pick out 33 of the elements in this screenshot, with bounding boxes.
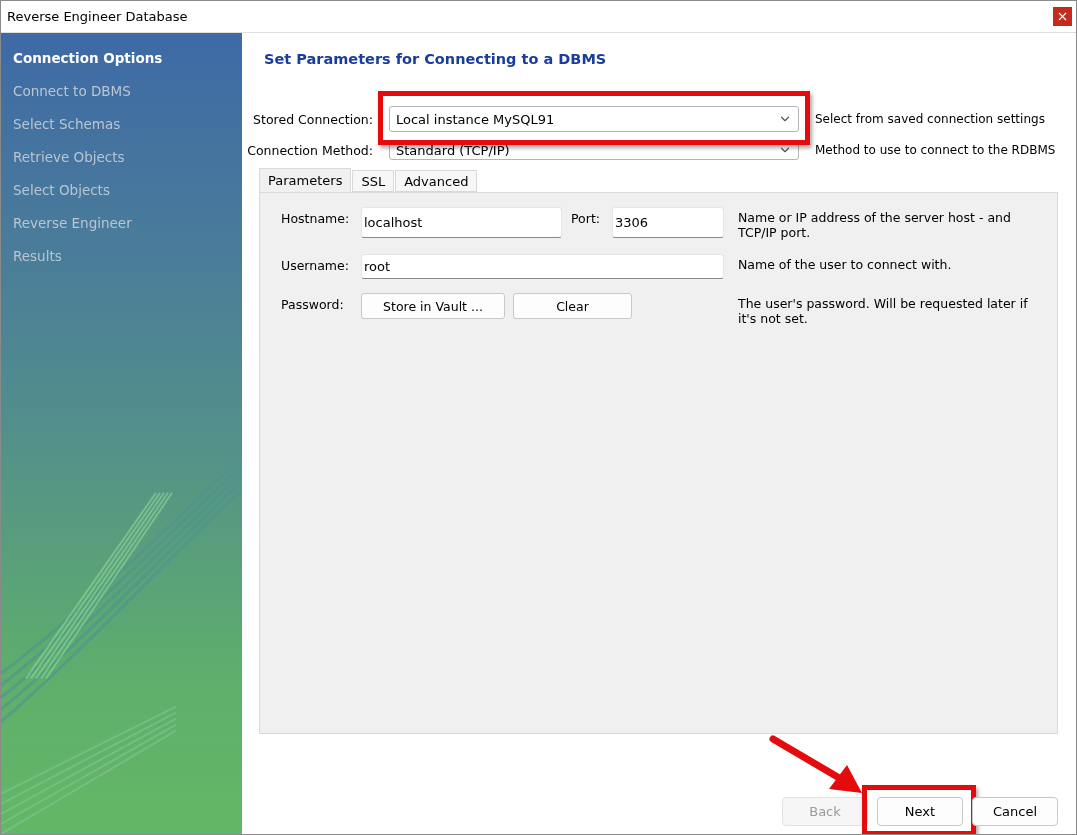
dialog-button[interactable]: Cancel [972,797,1058,826]
port-field[interactable]: 3306 [612,207,724,238]
wizard-step: Connect to DBMS [1,74,131,107]
window-title: Reverse Engineer Database [7,9,188,24]
dialog-button[interactable]: Next [877,797,963,826]
wizard-step: Connection Options [1,41,163,74]
page-heading: Set Parameters for Connecting to a DBMS [264,51,608,67]
field-label: Port: [570,210,601,228]
hostname-field[interactable]: localhost [361,207,562,238]
stored-connection-dropdown[interactable]: Local instance MySQL91 [389,106,799,132]
password-button[interactable]: Clear [513,293,632,319]
field-label: Connection Method: [247,142,373,158]
wizard-step: Select Schemas [1,107,121,140]
username-field[interactable]: root [361,254,724,279]
wizard-step: Reverse Engineer [1,206,132,239]
field-label: Hostname: [281,210,351,228]
field-hint: Name of the user to connect with. [737,256,953,274]
close-button[interactable] [1053,7,1072,26]
field-label: Stored Connection: [253,111,373,127]
password-button[interactable]: Store in Vault ... [361,293,505,319]
field-label: Username: [281,257,350,275]
wizard-step: Retrieve Objects [1,140,125,173]
field-hint: The user's password. Will be requested later if it's not set. [737,295,1029,326]
tab[interactable]: Parameters [259,168,352,192]
field-label: Password: [281,296,345,314]
field-hint: Select from saved connection settings [815,112,1046,126]
close-icon [1056,10,1069,23]
tab[interactable]: SSL [352,170,395,192]
wizard-step: Results [1,239,62,272]
tab[interactable]: Advanced [395,170,478,192]
field-hint: Method to use to connect to the RDBMS [815,143,1057,157]
wizard-step: Select Objects [1,173,110,206]
field-hint: Name or IP address of the server host - and TCP/IP port. [737,209,1012,240]
